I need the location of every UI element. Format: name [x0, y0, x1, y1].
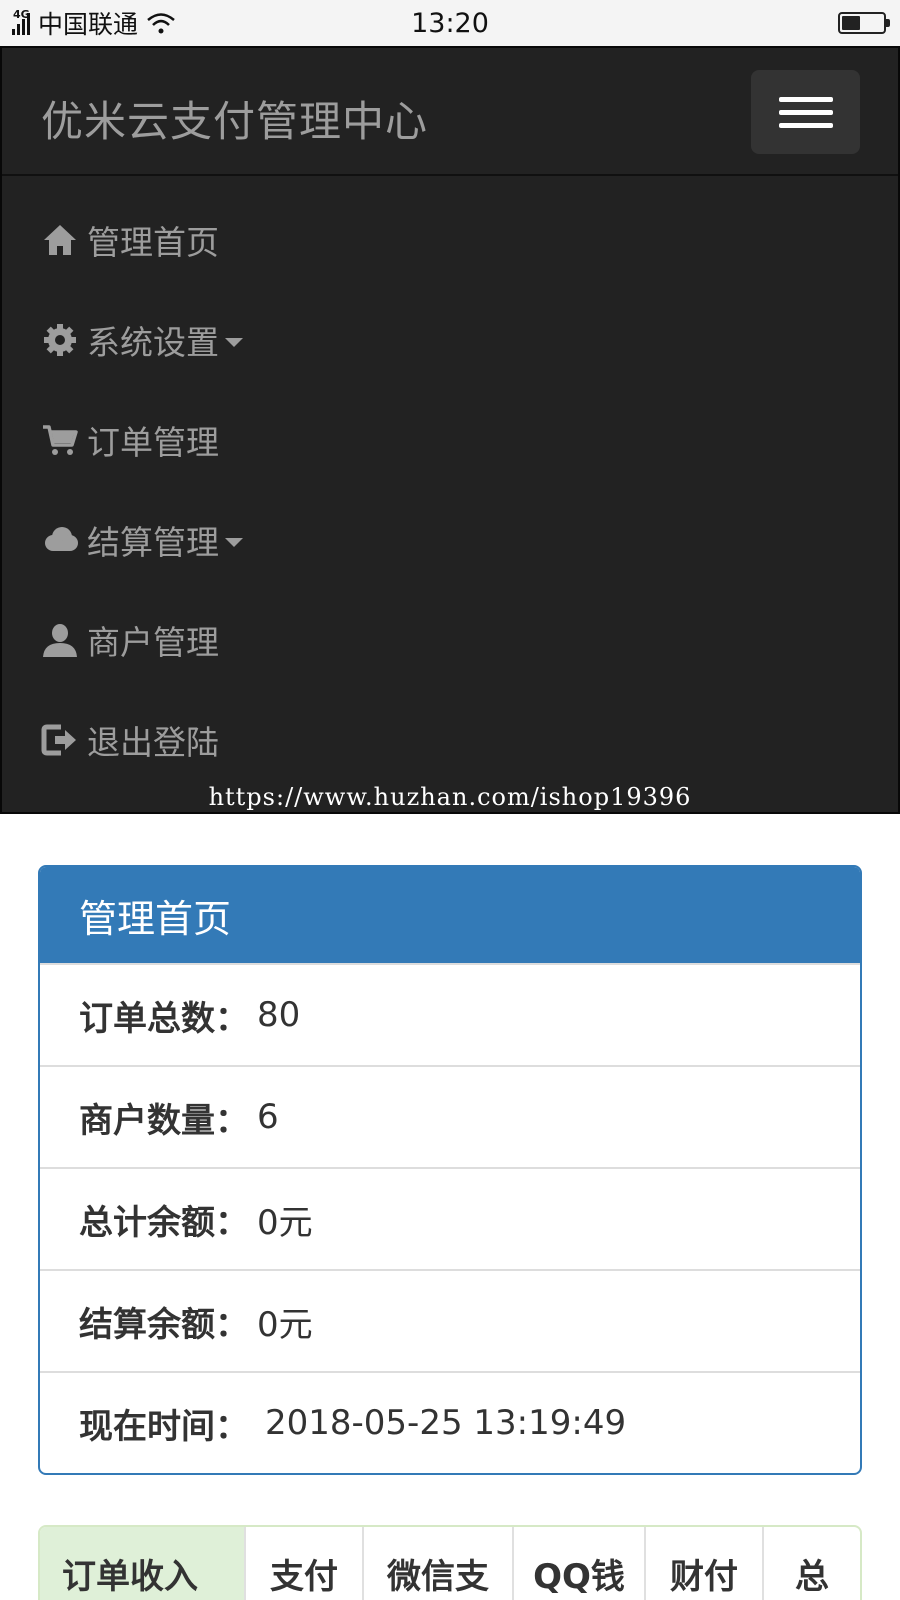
panel-title: 管理首页	[40, 867, 860, 963]
status-time: 13:20	[411, 8, 489, 39]
menu-item-label: 系统设置	[87, 323, 219, 362]
navbar-header: 优米云支付管理中心	[2, 48, 898, 176]
row-label: 订单总数：	[79, 998, 249, 1039]
watermark-url: https://www.huzhan.com/ishop19396	[208, 783, 692, 811]
status-bar: 4G 中国联通 13:20	[0, 0, 900, 46]
hamburger-icon	[779, 97, 833, 102]
navbar: 优米云支付管理中心 管理首页 系统设置 订单管理 结算管理 商户管理 退出登陆 …	[0, 46, 900, 814]
navbar-toggle-button[interactable]	[751, 70, 860, 154]
menu-item-label: 结算管理	[87, 523, 219, 562]
row-value: 6	[257, 1097, 279, 1137]
row-value: 80	[257, 995, 301, 1035]
table-header-cell: 支付	[246, 1527, 364, 1600]
menu-item-label: 退出登陆	[87, 723, 219, 762]
battery-icon	[838, 12, 890, 34]
gear-icon	[41, 321, 79, 359]
menu-item-settlement[interactable]: 结算管理	[2, 490, 898, 590]
cart-icon	[41, 421, 79, 459]
row-label: 结算余额：	[79, 1304, 249, 1345]
list-item-merchant-count: 商户数量： 6	[40, 1065, 860, 1167]
menu-item-label: 管理首页	[87, 223, 219, 262]
battery-fill	[842, 16, 860, 30]
menu-item-label: 订单管理	[87, 423, 219, 462]
menu-item-logout[interactable]: 退出登陆	[2, 690, 898, 790]
table-header-cell: 总	[795, 1557, 829, 1597]
row-label: 现在时间：	[79, 1406, 249, 1447]
caret-down-icon	[225, 537, 243, 547]
menu-item-home[interactable]: 管理首页	[2, 190, 898, 290]
logout-icon	[41, 721, 79, 759]
income-table: 订单收入 支付 微信支 QQ钱 财付 总	[38, 1525, 862, 1600]
list-item-settlement-balance: 结算余额： 0元	[40, 1269, 860, 1371]
menu-item-orders[interactable]: 订单管理	[2, 390, 898, 490]
row-label: 总计余额：	[79, 1202, 249, 1243]
list-item-order-count: 订单总数： 80	[40, 963, 860, 1065]
row-label: 商户数量：	[79, 1100, 249, 1141]
table-header-cell: 微信支	[364, 1527, 514, 1600]
navbar-brand[interactable]: 优米云支付管理中心	[41, 88, 428, 149]
table-header-cell: QQ钱	[514, 1527, 646, 1600]
home-icon	[41, 221, 79, 259]
row-value: 2018-05-25 13:19:49	[265, 1403, 627, 1443]
menu-item-settings[interactable]: 系统设置	[2, 290, 898, 390]
user-icon	[41, 621, 79, 659]
list-item-total-balance: 总计余额： 0元	[40, 1167, 860, 1269]
caret-down-icon	[225, 337, 243, 347]
table-header-cell: 订单收入	[40, 1527, 246, 1600]
row-value: 0元	[257, 1202, 313, 1243]
table-header-cell: 财付	[646, 1527, 764, 1600]
dashboard-panel: 管理首页 订单总数： 80 商户数量： 6 总计余额： 0元 结算余额： 0元 …	[38, 865, 862, 1475]
row-value: 0元	[257, 1304, 313, 1345]
menu-item-label: 商户管理	[87, 623, 219, 662]
list-item-current-time: 现在时间： 2018-05-25 13:19:49	[40, 1371, 860, 1473]
menu-item-merchants[interactable]: 商户管理	[2, 590, 898, 690]
cloud-icon	[41, 521, 79, 559]
